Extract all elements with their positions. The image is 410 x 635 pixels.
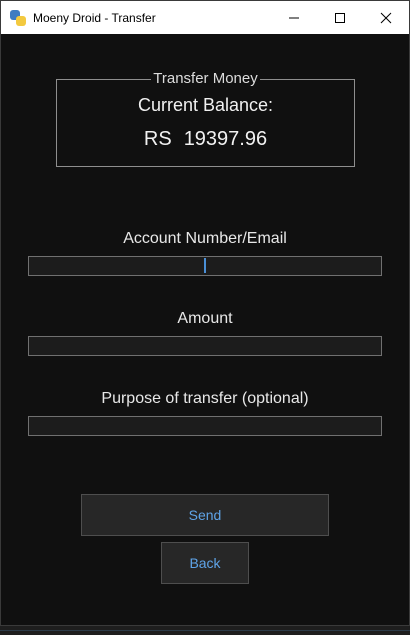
current-balance-label: Current Balance: <box>137 95 274 115</box>
balance-amount: 19397.96 <box>183 128 268 150</box>
window-controls <box>271 1 409 34</box>
purpose-label: Purpose of transfer (optional) <box>101 390 309 407</box>
python-app-icon <box>10 9 26 26</box>
account-label: Account Number/Email <box>123 230 287 247</box>
send-button[interactable]: Send <box>81 494 329 536</box>
purpose-input[interactable] <box>28 416 382 436</box>
title-bar[interactable]: Moeny Droid - Transfer <box>1 1 409 34</box>
close-icon <box>380 12 392 23</box>
background-strip <box>0 626 410 635</box>
minimize-icon <box>289 17 299 18</box>
window-title: Moeny Droid - Transfer <box>33 10 156 25</box>
transfer-form: Transfer Money Current Balance: RS 19397.… <box>1 34 409 625</box>
amount-label: Amount <box>177 310 233 327</box>
current-balance-value: RS 19397.96 <box>57 128 354 151</box>
back-button[interactable]: Back <box>161 542 249 584</box>
balance-box-legend: Transfer Money <box>151 70 260 87</box>
amount-input[interactable] <box>28 336 382 356</box>
text-caret <box>204 258 206 273</box>
app-window: Moeny Droid - Transfer Transfer Money Cu… <box>0 0 410 626</box>
balance-box: Transfer Money Current Balance: RS 19397.… <box>56 70 355 167</box>
close-button[interactable] <box>363 1 409 34</box>
maximize-icon <box>335 12 345 23</box>
currency-label: RS <box>143 128 172 150</box>
minimize-button[interactable] <box>271 1 317 34</box>
maximize-button[interactable] <box>317 1 363 34</box>
